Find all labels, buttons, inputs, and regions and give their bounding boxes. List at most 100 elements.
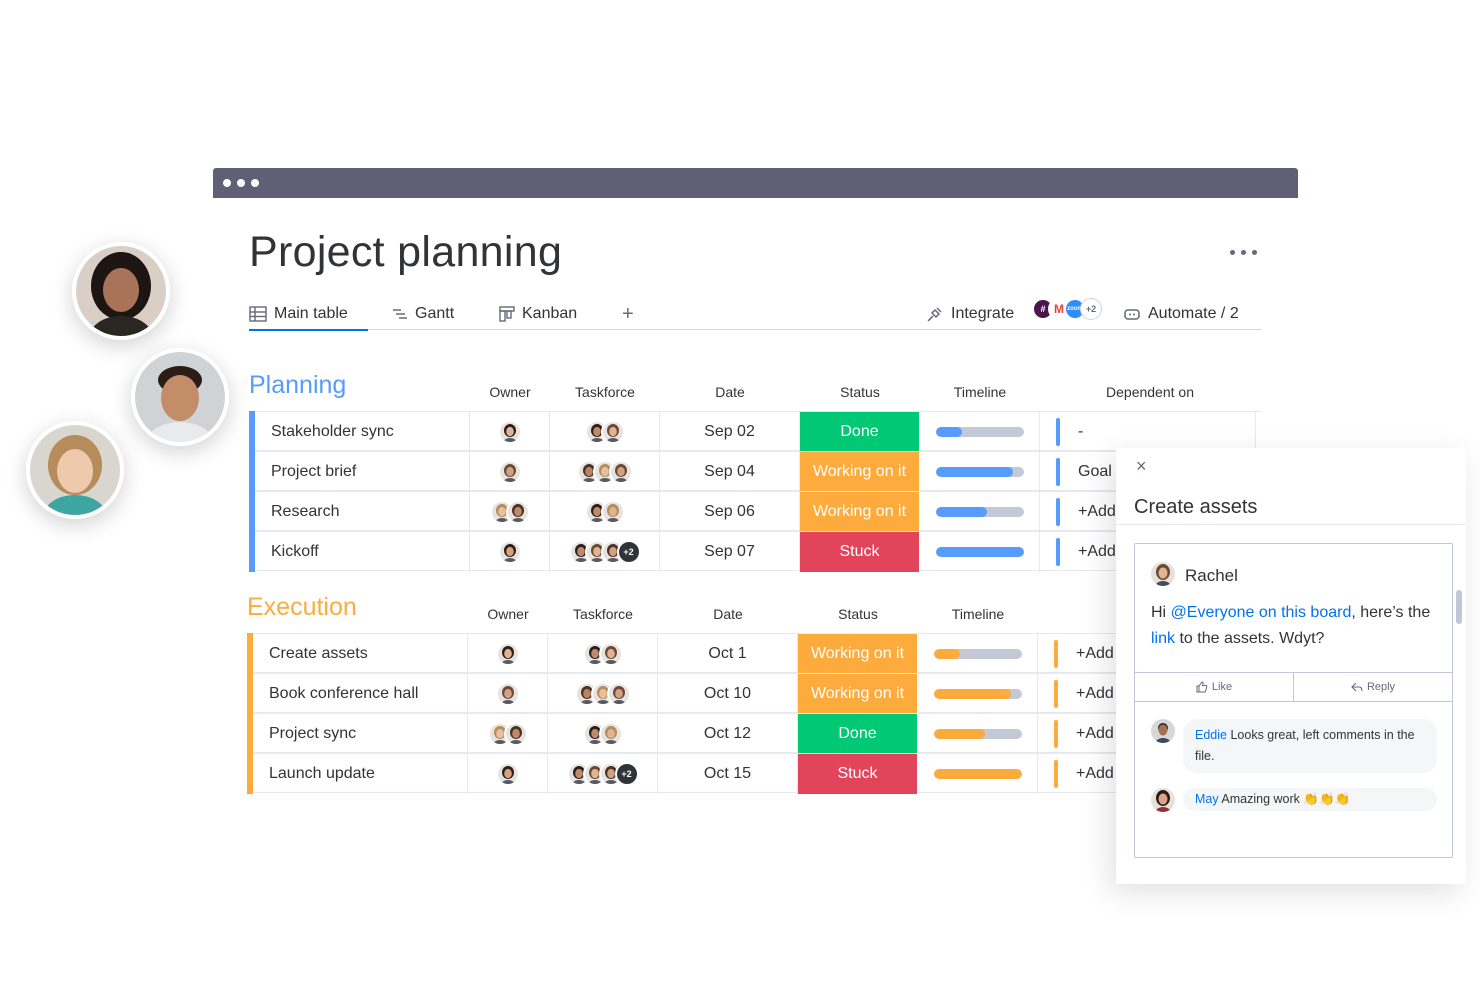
status-cell[interactable]: Stuck	[798, 754, 918, 794]
user-avatar-woman-dark-hair	[72, 242, 170, 340]
date-cell[interactable]: Oct 15	[658, 754, 798, 794]
reply-author[interactable]: Eddie	[1195, 728, 1227, 742]
table-row[interactable]: Launch update +2 Oct 15 Stuck +Add	[253, 753, 1127, 794]
status-cell[interactable]: Working on it	[798, 634, 918, 674]
integration-logos[interactable]: # M zoom +2	[1032, 298, 1102, 320]
owner-cell[interactable]	[470, 452, 550, 492]
product-screenshot: Project planning Main table Gantt Kanban…	[0, 0, 1480, 987]
integrate-button[interactable]: Integrate	[926, 300, 1014, 328]
like-label: Like	[1211, 681, 1233, 693]
mention-link[interactable]: @Everyone on this board	[1171, 604, 1352, 621]
table-row[interactable]: Project sync Oct 12 Done +Add	[253, 713, 1127, 754]
group-title-planning[interactable]: Planning	[249, 371, 346, 400]
item-name: Book conference hall	[269, 685, 419, 702]
item-name-cell[interactable]: Project sync	[253, 714, 468, 754]
taskforce-cell[interactable]	[550, 412, 660, 452]
timeline-bar-fill	[933, 729, 985, 739]
table-row[interactable]: Research Sep 06 Working on it +Add	[255, 491, 1261, 532]
table-row[interactable]: Project brief Sep 04 Working on it Goal	[255, 451, 1261, 492]
reply-button[interactable]: Reply	[1293, 673, 1452, 701]
tab-gantt[interactable]: Gantt	[392, 300, 454, 328]
taskforce-cell[interactable]	[550, 452, 660, 492]
more-options-icon[interactable]	[1228, 244, 1260, 260]
item-name-cell[interactable]: Research	[255, 492, 470, 532]
dependent-on-cell[interactable]: +Add	[1038, 754, 1118, 794]
taskforce-cell[interactable]	[550, 492, 660, 532]
panel-scrollbar[interactable]	[1456, 590, 1462, 624]
owner-cell[interactable]	[468, 754, 548, 794]
status-cell[interactable]: Done	[798, 714, 918, 754]
table-row[interactable]: Create assets Oct 1 Working on it +Add	[253, 633, 1127, 674]
item-name-cell[interactable]: Create assets	[253, 634, 468, 674]
owner-cell[interactable]	[470, 532, 550, 572]
timeline-cell[interactable]	[918, 674, 1038, 714]
item-name-cell[interactable]: Stakeholder sync	[255, 412, 470, 452]
timeline-cell[interactable]	[918, 754, 1038, 794]
owner-cell[interactable]	[470, 492, 550, 532]
status-cell[interactable]: Working on it	[800, 492, 920, 532]
timeline-cell[interactable]	[920, 412, 1040, 452]
timeline-cell[interactable]	[918, 634, 1038, 674]
column-header-timeline: Timeline	[951, 606, 1005, 622]
status-cell[interactable]: Stuck	[800, 532, 920, 572]
timeline-cell[interactable]	[920, 492, 1040, 532]
timeline-bar	[933, 649, 1022, 659]
dependent-on-cell[interactable]: +Add	[1038, 714, 1118, 754]
dependent-on-cell[interactable]: +Add	[1038, 634, 1118, 674]
automate-button[interactable]: Automate / 2	[1123, 300, 1239, 328]
date-cell[interactable]: Oct 12	[658, 714, 798, 754]
add-view-button[interactable]: +	[622, 300, 634, 328]
dependent-on-value: +Add	[1076, 725, 1114, 742]
tab-main-table[interactable]: Main table	[249, 300, 368, 331]
taskforce-cell[interactable]: +2	[548, 754, 658, 794]
taskforce-cell[interactable]	[548, 674, 658, 714]
dependent-on-cell[interactable]: -	[1040, 412, 1256, 452]
date-cell[interactable]: Sep 04	[660, 452, 800, 492]
taskforce-cell[interactable]	[548, 714, 658, 754]
column-header-owner: Owner	[489, 384, 531, 400]
group-title-execution[interactable]: Execution	[247, 593, 357, 622]
date-cell[interactable]: Oct 10	[658, 674, 798, 714]
status-cell[interactable]: Working on it	[798, 674, 918, 714]
update-card: Rachel Hi @Everyone on this board, here’…	[1134, 543, 1453, 858]
item-name-cell[interactable]: Book conference hall	[253, 674, 468, 714]
timeline-cell[interactable]	[920, 532, 1040, 572]
item-name-cell[interactable]: Launch update	[253, 754, 468, 794]
assets-link[interactable]: link	[1151, 630, 1175, 647]
integrate-label: Integrate	[951, 305, 1015, 322]
column-header-status: Status	[840, 384, 880, 400]
table-row[interactable]: Stakeholder sync Sep 02 Done -	[255, 411, 1261, 452]
reply-text: Looks great, left comments in the file.	[1195, 728, 1415, 763]
timeline-cell[interactable]	[918, 714, 1038, 754]
item-name-cell[interactable]: Kickoff	[255, 532, 470, 572]
taskforce-cell[interactable]	[548, 634, 658, 674]
dependent-on-value: +Add	[1076, 645, 1114, 662]
item-name-cell[interactable]: Project brief	[255, 452, 470, 492]
column-header-date: Date	[715, 384, 745, 400]
table-row[interactable]: Book conference hall Oct 10 Working on it +…	[253, 673, 1127, 714]
owner-cell[interactable]	[470, 412, 550, 452]
owner-cell[interactable]	[468, 634, 548, 674]
like-button[interactable]: Like	[1135, 673, 1293, 701]
date-cell[interactable]: Sep 07	[660, 532, 800, 572]
timeline-cell[interactable]	[920, 452, 1040, 492]
timeline-bar	[935, 427, 1024, 437]
owner-cell[interactable]	[468, 674, 548, 714]
dependent-on-cell[interactable]: +Add	[1038, 674, 1118, 714]
status-cell[interactable]: Done	[800, 412, 920, 452]
item-name: Launch update	[269, 765, 375, 782]
divider	[1116, 524, 1466, 525]
tab-kanban[interactable]: Kanban	[499, 300, 577, 328]
close-icon[interactable]: ×	[1136, 456, 1147, 477]
timeline-bar	[935, 547, 1024, 557]
owner-avatar	[495, 762, 520, 786]
date-cell[interactable]: Sep 02	[660, 412, 800, 452]
table-row[interactable]: Kickoff +2 Sep 07 Stuck +Add	[255, 531, 1261, 572]
date-cell[interactable]: Sep 06	[660, 492, 800, 532]
taskforce-cell[interactable]: +2	[550, 532, 660, 572]
reply-author[interactable]: May	[1195, 792, 1219, 806]
status-cell[interactable]: Working on it	[800, 452, 920, 492]
owner-cell[interactable]	[468, 714, 548, 754]
integrate-plug-icon	[927, 307, 942, 322]
date-cell[interactable]: Oct 1	[658, 634, 798, 674]
